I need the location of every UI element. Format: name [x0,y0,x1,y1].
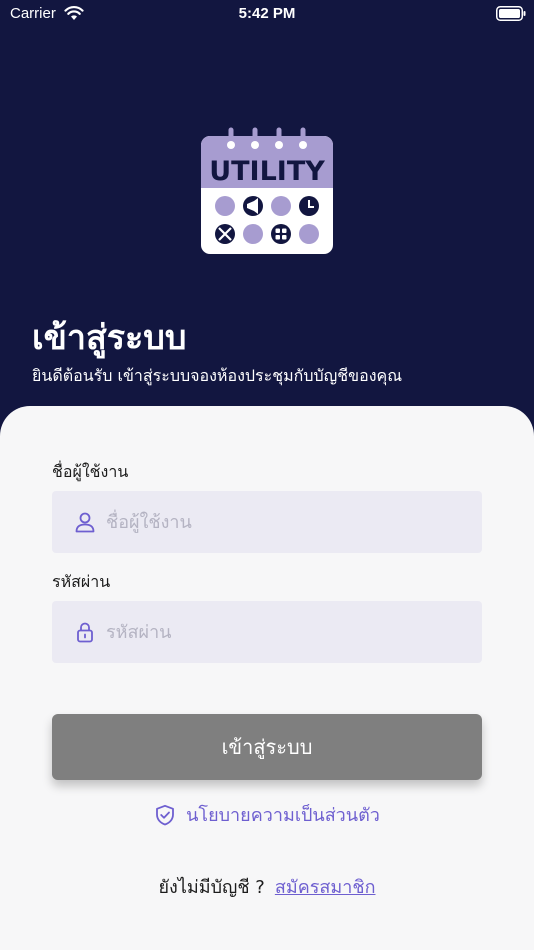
status-bar: Carrier 5:42 PM [0,0,534,30]
page-subtitle: ยินดีต้อนรับ เข้าสู่ระบบจองห้องประชุมกับ… [32,366,403,385]
user-icon [75,512,95,533]
login-form-sheet: ชื่อผู้ใช้งาน รหัสผ่าน เข้าสู่ระบบ นโยบา… [0,406,534,950]
clock-time: 5:42 PM [238,5,296,22]
privacy-policy-link[interactable]: นโยบายความเป็นส่วนตัว [0,800,534,829]
battery-icon [496,6,526,21]
lock-icon [77,622,93,643]
password-input[interactable] [106,601,466,663]
password-label: รหัสผ่าน [52,572,111,591]
privacy-policy-label: นโยบายความเป็นส่วนตัว [186,805,380,826]
signup-row: ยังไม่มีบัญชี ? สมัครสมาชิก [0,872,534,901]
utility-calendar-logo: UTILITY [201,127,333,254]
signup-question: ยังไม่มีบัญชี ? [158,877,265,898]
shield-check-icon [156,804,174,825]
username-input[interactable] [106,491,466,553]
login-button[interactable]: เข้าสู่ระบบ [52,714,482,780]
username-field[interactable] [52,491,482,553]
signup-link[interactable]: สมัครสมาชิก [275,872,376,901]
password-field[interactable] [52,601,482,663]
page-title: เข้าสู่ระบบ [32,318,187,358]
username-label: ชื่อผู้ใช้งาน [52,462,129,481]
logo-text: UTILITY [209,156,325,187]
